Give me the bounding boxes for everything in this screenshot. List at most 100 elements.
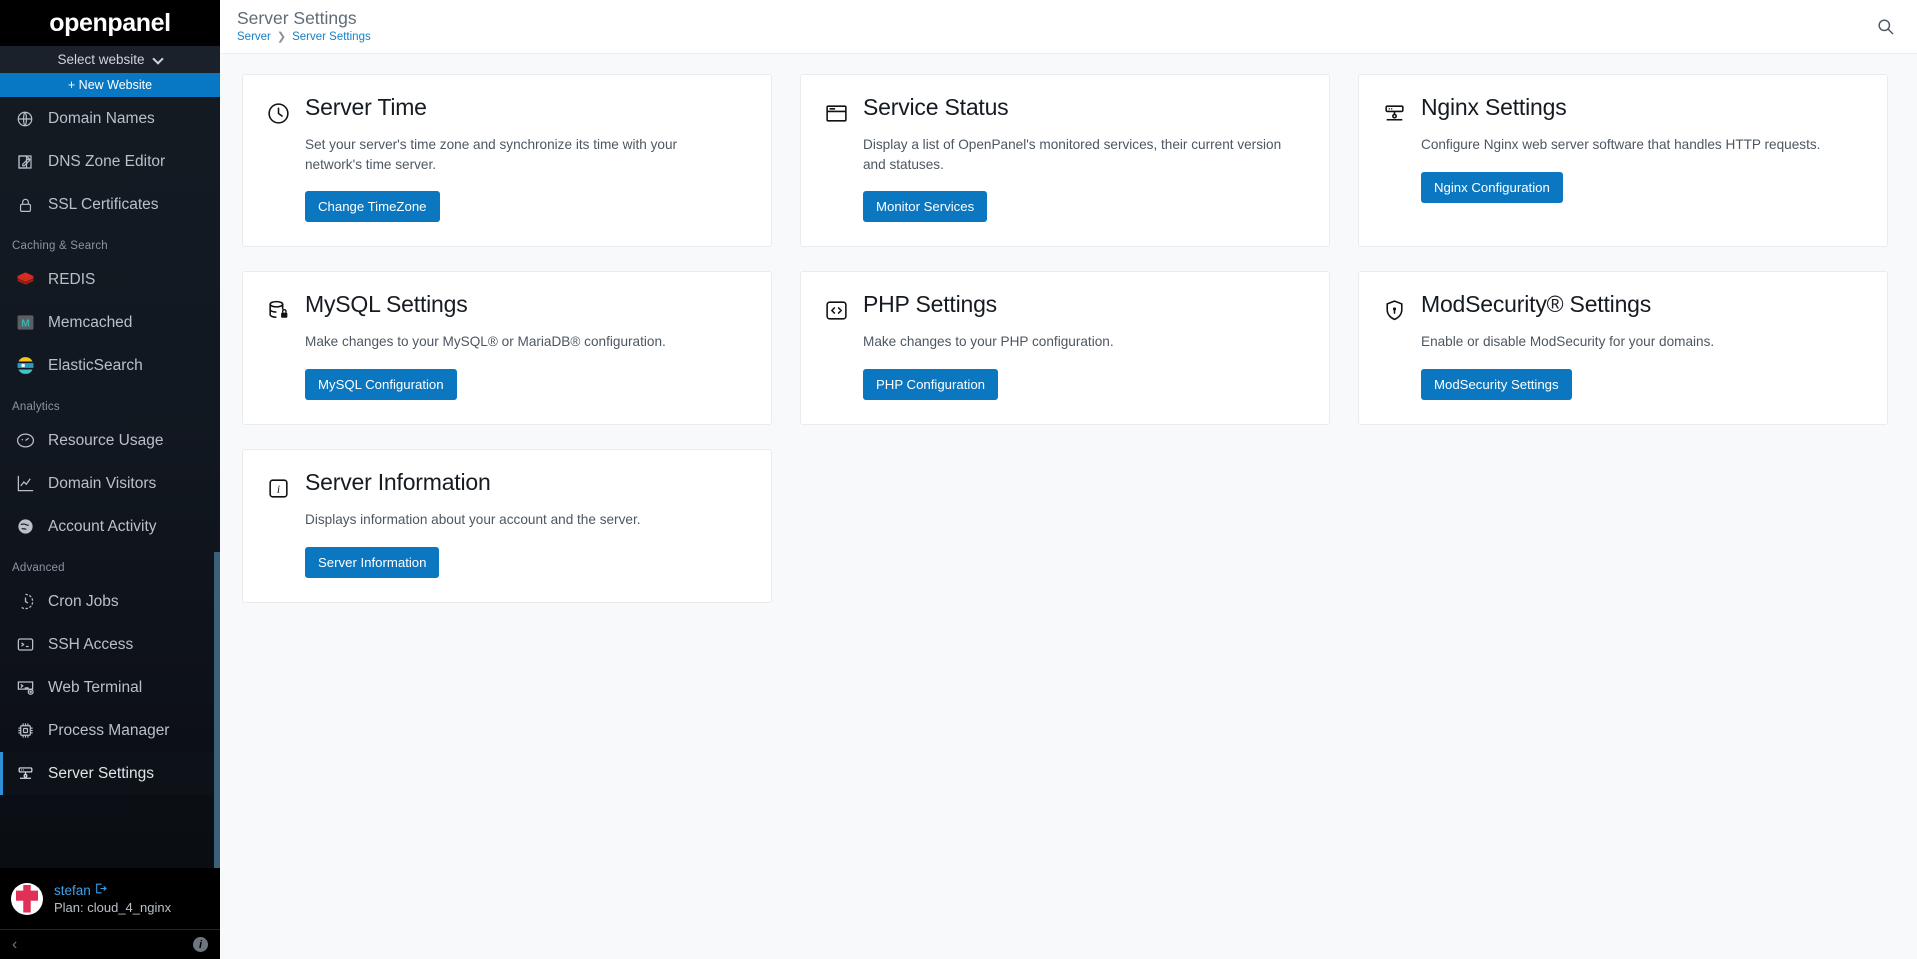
sidebar-item-ssh-access[interactable]: SSH Access [0,623,220,666]
sidebar-item-resource-usage[interactable]: Resource Usage [0,419,220,462]
globe-activity-icon [15,517,35,537]
main-area: Server Settings Server ❯ Server Settings [220,0,1917,959]
website-selector[interactable]: Select website [0,46,220,73]
user-panel[interactable]: stefan Plan: cloud_4_nginx [0,868,220,929]
page-title: Server Settings [237,7,357,28]
logout-icon[interactable] [94,882,107,898]
card-description: Display a list of OpenPanel's monitored … [863,137,1282,172]
sidebar-item-cron-jobs[interactable]: Cron Jobs [0,580,220,623]
card-nginx-settings[interactable]: Nginx Settings Configure Nginx web serve… [1358,74,1888,248]
new-website-button[interactable]: + New Website [0,73,220,97]
sidebar-item-account-activity[interactable]: Account Activity [0,505,220,548]
sidebar-nav: Domain Names DNS Zone Editor SSL Certifi… [0,97,220,868]
lock-icon [15,195,35,215]
card-header: Nginx Settings [1381,94,1865,126]
sidebar-item-domain-names[interactable]: Domain Names [0,97,220,140]
info-icon[interactable]: i [193,937,208,952]
sidebar-item-web-terminal[interactable]: Web Terminal [0,666,220,709]
sidebar-item-process-manager[interactable]: Process Manager [0,709,220,752]
sidebar-item-elasticsearch[interactable]: ElasticSearch [0,344,220,387]
card-modsecurity-settings[interactable]: ModSecurity® Settings Enable or disable … [1358,271,1888,426]
sidebar-scrollbar-thumb[interactable] [214,552,220,868]
card-header: i Server Information [265,469,749,501]
terminal-x-icon [15,678,35,698]
svg-text:i: i [276,484,279,496]
globe-icon [15,109,35,129]
card-header: PHP Settings [823,291,1307,323]
shield-lock-icon [1381,297,1407,323]
sidebar-item-memcached[interactable]: M Memcached [0,301,220,344]
card-service-status[interactable]: Service Status Display a list of OpenPan… [800,74,1330,248]
new-website-label: + New Website [67,78,153,92]
card-header: MySQL Settings [265,291,749,323]
breadcrumb-item-server-settings[interactable]: Server Settings [292,31,371,43]
change-timezone-button[interactable]: Change TimeZone [305,191,440,223]
user-name-row[interactable]: stefan [54,882,171,898]
brand-name: openpanel [49,8,171,37]
card-php-settings[interactable]: PHP Settings Make changes to your PHP co… [800,271,1330,426]
brand-logo[interactable]: openpanel [0,0,220,46]
card-title: Server Information [305,469,491,496]
sidebar-item-label: Process Manager [48,721,170,739]
card-body: Display a list of OpenPanel's monitored … [823,135,1307,223]
user-meta: stefan Plan: cloud_4_nginx [54,882,172,916]
breadcrumb-separator: ❯ [276,31,287,44]
line-chart-icon [15,474,35,494]
card-description: Make changes to your MySQL® or MariaDB® … [305,334,666,350]
sidebar-section-analytics: Analytics [12,401,60,413]
server-icon [15,764,35,784]
browser-window-icon [823,100,849,126]
user-plan: Plan: cloud_4_nginx [54,900,172,915]
gauge-icon [15,431,35,451]
sidebar-item-redis[interactable]: REDIS [0,258,220,301]
sidebar-footer: ‹ i [0,929,220,959]
sidebar-item-label: Account Activity [48,517,157,535]
topbar-left: Server Settings Server ❯ Server Settings [237,7,371,44]
sidebar-item-label: ElasticSearch [48,356,143,374]
server-information-button[interactable]: Server Information [305,546,440,578]
card-description: Displays information about your account … [305,512,641,528]
modsecurity-settings-button[interactable]: ModSecurity Settings [1421,369,1572,401]
sidebar-item-label: Domain Names [48,109,155,127]
card-title: PHP Settings [863,291,997,318]
card-header: Server Time [265,94,749,126]
card-description: Set your server's time zone and synchron… [305,137,678,172]
card-description: Make changes to your PHP configuration. [863,334,1114,350]
sidebar-item-label: SSL Certificates [48,195,159,213]
card-body: Make changes to your PHP configuration. … [823,332,1307,401]
clock-icon [265,100,291,126]
sidebar-item-domain-visitors[interactable]: Domain Visitors [0,462,220,505]
redis-icon [15,270,35,290]
sidebar-item-label: Web Terminal [48,678,143,696]
sidebar-item-ssl-certificates[interactable]: SSL Certificates [0,183,220,226]
chevron-left-icon[interactable]: ‹ [12,936,17,953]
card-title: Service Status [863,94,1009,120]
breadcrumb-item-server[interactable]: Server [237,31,271,43]
chevron-down-icon [154,55,163,64]
php-configuration-button[interactable]: PHP Configuration [863,369,998,401]
search-icon[interactable] [1876,17,1895,36]
clock-dashed-icon [15,592,35,612]
user-name: stefan [54,882,91,898]
nginx-configuration-button[interactable]: Nginx Configuration [1421,171,1563,203]
sidebar-item-server-settings[interactable]: Server Settings [0,752,220,795]
sidebar-item-label: DNS Zone Editor [48,152,166,170]
card-description: Enable or disable ModSecurity for your d… [1421,334,1715,350]
card-body: Enable or disable ModSecurity for your d… [1381,332,1865,401]
sidebar: openpanel Select website + New Website D… [0,0,220,959]
card-header: ModSecurity® Settings [1381,291,1865,323]
card-server-time[interactable]: Server Time Set your server's time zone … [242,74,772,248]
mysql-configuration-button[interactable]: MySQL Configuration [305,369,457,401]
sidebar-item-dns-zone-editor[interactable]: DNS Zone Editor [0,140,220,183]
card-server-information[interactable]: i Server Information Displays informatio… [242,449,772,603]
card-mysql-settings[interactable]: MySQL Settings Make changes to your MySQ… [242,271,772,426]
monitor-services-button[interactable]: Monitor Services [863,191,988,223]
card-body: Configure Nginx web server software that… [1381,135,1865,203]
elasticsearch-icon [15,356,35,376]
sidebar-item-label: Resource Usage [48,431,164,449]
card-title: Nginx Settings [1421,94,1567,120]
memcached-icon: M [15,313,35,333]
card-body: Make changes to your MySQL® or MariaDB® … [265,332,749,401]
sidebar-item-label: REDIS [48,270,96,288]
card-body: Set your server's time zone and synchron… [265,135,749,223]
